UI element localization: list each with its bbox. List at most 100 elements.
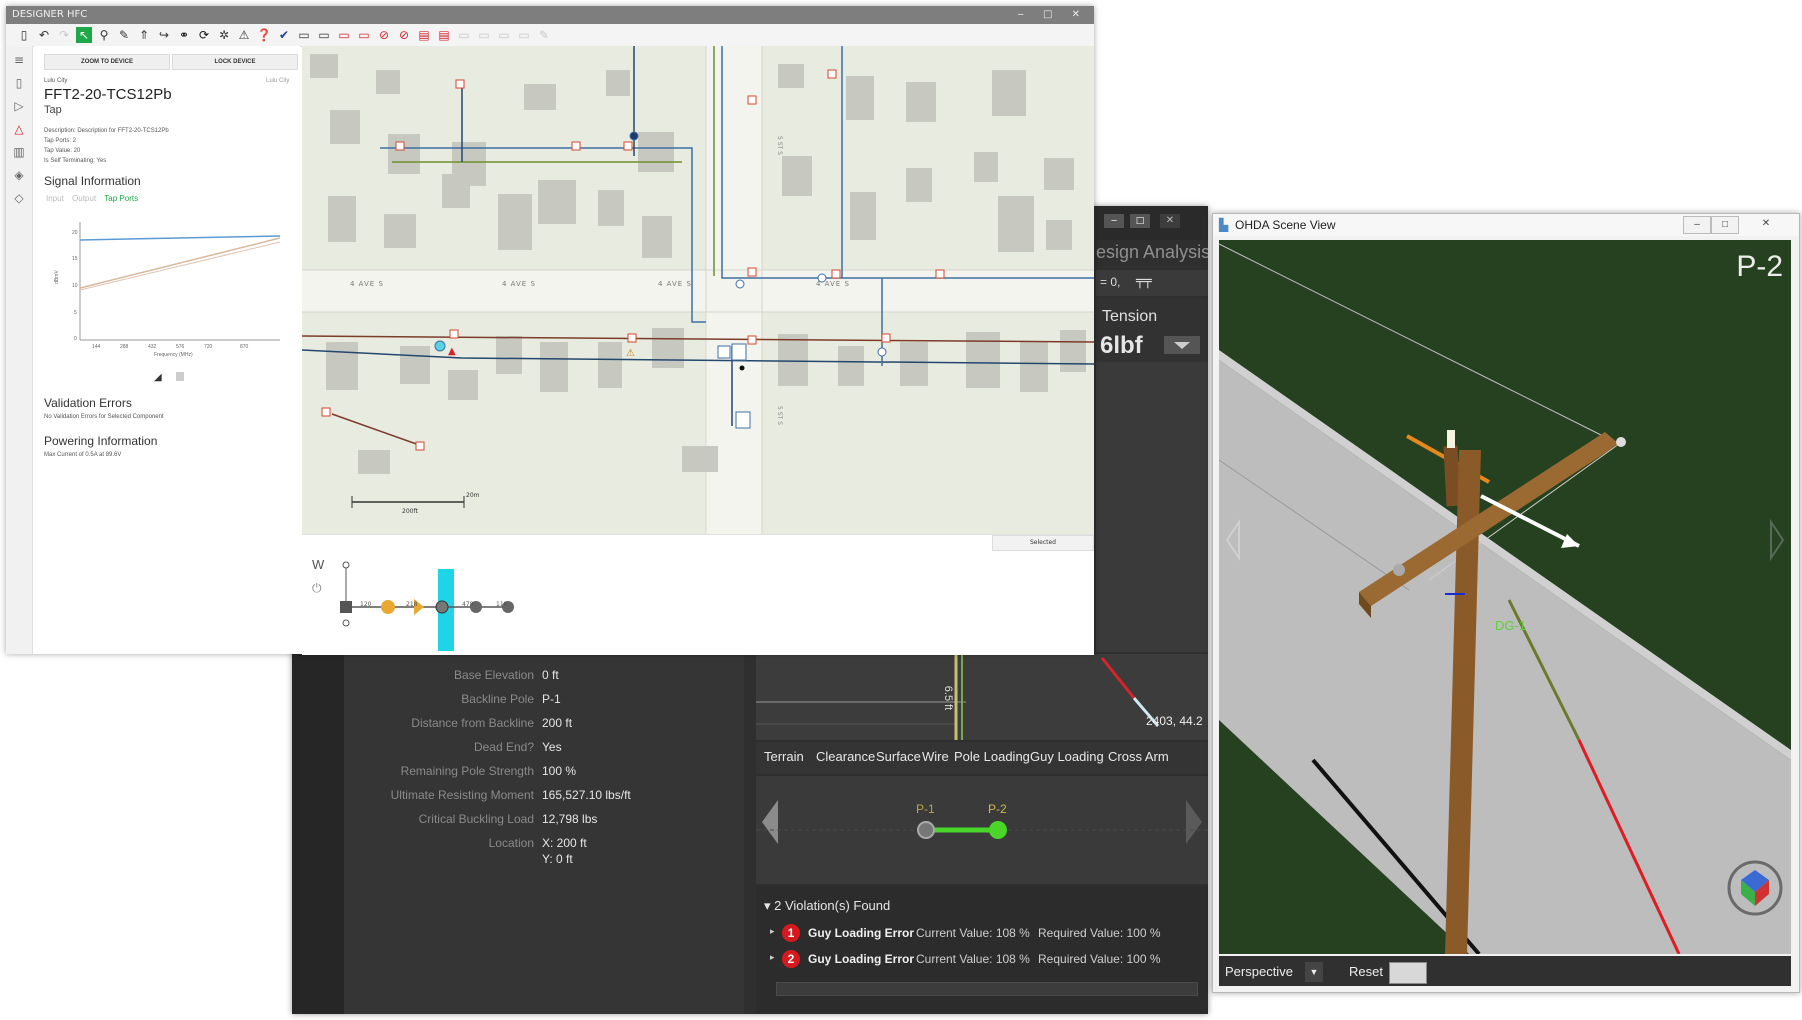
violations-count: 2 Violation(s) Found bbox=[774, 898, 891, 913]
pen-icon[interactable]: ✎ bbox=[116, 27, 132, 43]
lock-device-button[interactable]: LOCK DEVICE bbox=[172, 54, 298, 70]
pole-label[interactable]: P-2 bbox=[988, 802, 1007, 816]
window-icon[interactable]: ▭ bbox=[296, 27, 312, 43]
check-icon[interactable]: ✔ bbox=[276, 27, 292, 43]
profile-chart-svg bbox=[756, 654, 1160, 740]
power-icon[interactable]: ⏻ bbox=[312, 581, 322, 596]
tab-output[interactable]: Output bbox=[72, 194, 96, 203]
tab-input[interactable]: Input bbox=[46, 194, 64, 203]
tab-guy-loading[interactable]: Guy Loading bbox=[1030, 742, 1104, 772]
window-icon[interactable]: ▭ bbox=[496, 27, 512, 43]
window-icon[interactable]: ▭ bbox=[356, 27, 372, 43]
window-controls[interactable]: ‒ □ ✕ bbox=[1017, 6, 1088, 24]
analysis-titlebar: ‒ □ ✕ bbox=[1096, 206, 1208, 240]
selected-tab[interactable]: Selected bbox=[992, 535, 1094, 551]
close-button[interactable]: ✕ bbox=[1160, 214, 1180, 228]
pole-label[interactable]: P-1 bbox=[916, 802, 935, 816]
help-icon[interactable]: ❓ bbox=[256, 27, 272, 43]
tab-pole-loading[interactable]: Pole Loading bbox=[954, 742, 1030, 772]
property-key: Distance from Backline bbox=[411, 716, 534, 730]
window-icon[interactable]: ▭ bbox=[476, 27, 492, 43]
window-icon[interactable]: ▭ bbox=[456, 27, 472, 43]
window-icon[interactable]: ▭ bbox=[336, 27, 352, 43]
camera-button[interactable] bbox=[1389, 962, 1427, 984]
document-icon[interactable]: ▯ bbox=[10, 74, 28, 92]
tab-terrain[interactable]: Terrain bbox=[764, 742, 804, 772]
properties-panel: Base Elevation 0 ft Backline Pole P-1 Di… bbox=[344, 654, 744, 1014]
tension-dropdown[interactable] bbox=[1164, 336, 1200, 354]
redo-icon[interactable]: ↷ bbox=[56, 27, 72, 43]
tap-ports: Tap Ports: 2 bbox=[44, 138, 77, 144]
property-value: Yes bbox=[542, 740, 562, 754]
expand-icon[interactable]: ▸ bbox=[770, 926, 775, 937]
pole-icon[interactable]: ⚠ bbox=[236, 27, 252, 43]
reset-button[interactable]: Reset bbox=[1349, 962, 1383, 982]
cancel-icon[interactable]: ⊘ bbox=[396, 27, 412, 43]
violation-title: Guy Loading Error bbox=[808, 926, 915, 940]
play-icon[interactable]: ▷ bbox=[10, 97, 28, 115]
network-map[interactable]: ⚠ ▲ 5 ST S 5 ST S 4 AVE S 4 AVE S 4 AVE … bbox=[302, 46, 1094, 534]
violation-row[interactable]: ▸ 2 Guy Loading Error Current Value: 108… bbox=[770, 950, 1206, 970]
chart-table-icon[interactable] bbox=[176, 372, 184, 381]
property-row: Critical Buckling Load 12,798 lbs bbox=[344, 812, 744, 832]
validation-text: No Validation Errors for Selected Compon… bbox=[44, 414, 164, 420]
scene-viewport[interactable]: P-2 DG-1 bbox=[1219, 240, 1791, 954]
svg-text:288: 288 bbox=[120, 344, 129, 350]
select-icon[interactable]: ↖ bbox=[76, 27, 92, 43]
arrow-up-icon[interactable]: ⇑ bbox=[136, 27, 152, 43]
cancel-icon[interactable]: ⊘ bbox=[376, 27, 392, 43]
tab-wire[interactable]: Wire bbox=[922, 742, 949, 772]
diamond-icon[interactable]: ◇ bbox=[10, 189, 28, 207]
perspective-selector[interactable]: Perspective bbox=[1225, 962, 1293, 982]
zoom-to-device-button[interactable]: ZOOM TO DEVICE bbox=[44, 54, 170, 70]
span-diagram bbox=[756, 821, 1208, 839]
report-icon[interactable]: ▤ bbox=[416, 27, 432, 43]
tab-tap-ports[interactable]: Tap Ports bbox=[104, 194, 138, 203]
violations-header[interactable]: ▾ 2 Violation(s) Found bbox=[764, 898, 890, 914]
device-icon[interactable]: ⚭ bbox=[176, 27, 192, 43]
powering-text: Max Current of 0.5A at 89.6V bbox=[44, 452, 122, 458]
edit-icon[interactable]: ✎ bbox=[536, 27, 552, 43]
scene-view-window: ▙ OHDA Scene View ‒ □ ✕ P-2 DG-1 Perspec… bbox=[1212, 213, 1800, 993]
analysis-tabs: Terrain Clearance Surface Wire Pole Load… bbox=[756, 742, 1208, 774]
schematic-panel: Selected W ⏻ 120 218 478 118 bbox=[302, 534, 1094, 655]
pole-id-label: P-2 bbox=[1736, 250, 1783, 283]
settings-icon[interactable]: ✲ bbox=[216, 27, 232, 43]
route-icon[interactable]: ↪ bbox=[156, 27, 172, 43]
tab-surface[interactable]: Surface bbox=[876, 742, 921, 772]
property-value: 165,527.10 lbs/ft bbox=[542, 788, 631, 802]
analysis-dropdown[interactable]: = 0, ╤╤ bbox=[1096, 270, 1208, 296]
chevron-down-icon[interactable]: ▼ bbox=[1305, 962, 1323, 982]
signal-tabs: Input Output Tap Ports bbox=[46, 194, 138, 203]
window-icon[interactable]: ▭ bbox=[516, 27, 532, 43]
property-row: Ultimate Resisting Moment 165,527.10 lbs… bbox=[344, 788, 744, 808]
rotate-icon[interactable]: ⟳ bbox=[196, 27, 212, 43]
book-icon[interactable]: ▥ bbox=[10, 143, 28, 161]
expand-icon[interactable]: ▸ bbox=[770, 952, 775, 963]
scene-title: OHDA Scene View bbox=[1235, 218, 1336, 232]
menu-icon[interactable]: ≡ bbox=[10, 51, 28, 69]
svg-text:5 ST S: 5 ST S bbox=[776, 406, 783, 425]
chart-image-icon[interactable]: ◢ bbox=[154, 372, 162, 383]
minimize-button[interactable]: ‒ bbox=[1104, 214, 1124, 228]
close-button[interactable]: ✕ bbox=[1753, 216, 1779, 232]
violation-row[interactable]: ▸ 1 Guy Loading Error Current Value: 108… bbox=[770, 924, 1206, 944]
horizontal-scrollbar[interactable] bbox=[776, 982, 1198, 996]
powering-heading: Powering Information bbox=[44, 434, 158, 448]
violations-panel: ▾ 2 Violation(s) Found ▸ 1 Guy Loading E… bbox=[756, 886, 1208, 1014]
maximize-button[interactable]: □ bbox=[1130, 214, 1150, 228]
maximize-button[interactable]: □ bbox=[1711, 216, 1739, 234]
undo-icon[interactable]: ↶ bbox=[36, 27, 52, 43]
minimize-button[interactable]: ‒ bbox=[1683, 216, 1711, 234]
self-terminating: Is Self Terminating: Yes bbox=[44, 158, 107, 164]
shapes-icon[interactable]: △ bbox=[10, 120, 28, 138]
node-value: 478 bbox=[462, 601, 474, 608]
new-file-icon[interactable]: ▯ bbox=[16, 27, 32, 43]
layers-icon[interactable]: ◈ bbox=[10, 166, 28, 184]
report-icon[interactable]: ▤ bbox=[436, 27, 452, 43]
tab-cross-arm[interactable]: Cross Arm bbox=[1108, 742, 1169, 772]
tension-panel: Tension 6lbf bbox=[1096, 298, 1208, 362]
tab-clearance[interactable]: Clearance bbox=[816, 742, 875, 772]
window-icon[interactable]: ▭ bbox=[316, 27, 332, 43]
pin-icon[interactable]: ⚲ bbox=[96, 27, 112, 43]
